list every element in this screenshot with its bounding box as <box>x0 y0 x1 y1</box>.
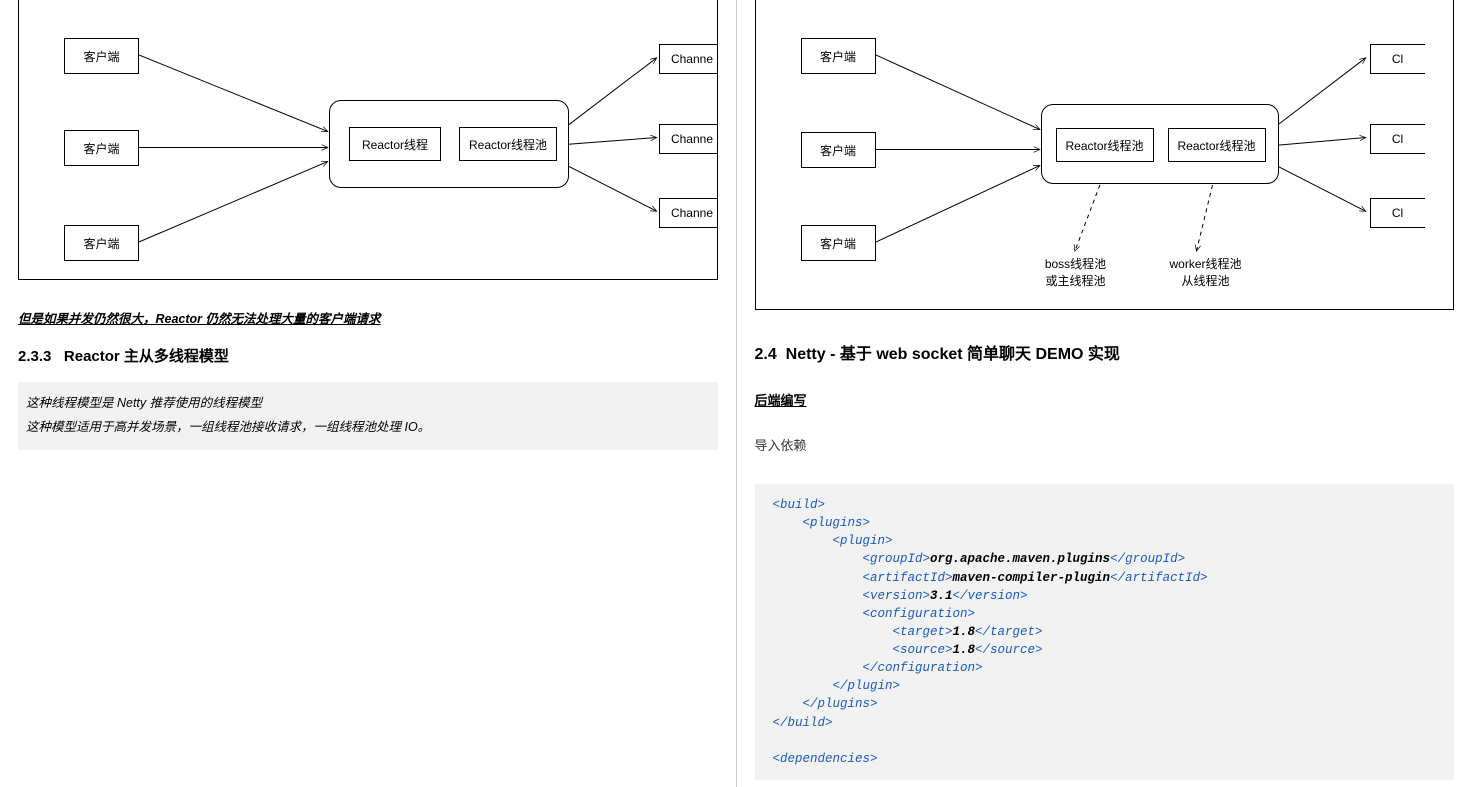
diagram-master-slave: 客户端 客户端 客户端 Reactor线程池 Reactor线程池 Cl Cl … <box>755 0 1455 310</box>
reactor-pool-boss-node: Reactor线程池 <box>1056 128 1154 162</box>
section-heading-24: 2.4 Netty - 基于 web socket 简单聊天 DEMO 实现 <box>755 340 1455 364</box>
diagram-reactor: 客户端 客户端 客户端 Reactor线程 Reactor线程池 Channe … <box>18 0 718 280</box>
section-number: 2.4 <box>755 346 777 363</box>
annot-line: 或主线程池 <box>1031 273 1121 290</box>
reactor-pool-worker-node: Reactor线程池 <box>1168 128 1266 162</box>
reactor-pool-node: Reactor线程池 <box>459 127 557 161</box>
annot-line: 从线程池 <box>1156 273 1256 290</box>
reactor-thread-node: Reactor线程 <box>349 127 441 161</box>
channel-node: Channe <box>659 44 718 74</box>
client-node: 客户端 <box>801 132 876 168</box>
client-node: 客户端 <box>801 38 876 74</box>
annot-line: boss线程池 <box>1031 256 1121 273</box>
section-title: Netty - 基于 web socket 简单聊天 DEMO 实现 <box>786 346 1120 363</box>
quote-line: 这种线程模型是 Netty 推荐使用的线程模型 <box>26 392 710 416</box>
channel-node: Cl <box>1370 198 1425 228</box>
channel-node: Cl <box>1370 44 1425 74</box>
worker-pool-annotation: worker线程池 从线程池 <box>1156 256 1256 290</box>
boss-pool-annotation: boss线程池 或主线程池 <box>1031 256 1121 290</box>
channel-node: Channe <box>659 124 718 154</box>
page-left: 客户端 客户端 客户端 Reactor线程 Reactor线程池 Channe … <box>0 0 737 787</box>
channel-node: Cl <box>1370 124 1425 154</box>
page-right: 客户端 客户端 客户端 Reactor线程池 Reactor线程池 Cl Cl … <box>737 0 1472 787</box>
client-node: 客户端 <box>64 130 139 166</box>
section-number: 2.3.3 <box>18 348 51 365</box>
annot-line: worker线程池 <box>1156 256 1256 273</box>
client-node: 客户端 <box>801 225 876 261</box>
model-description-quote: 这种线程模型是 Netty 推荐使用的线程模型 这种模型适用于高并发场景，一组线… <box>18 382 718 450</box>
reactor-limitation-note: 但是如果并发仍然很大，Reactor 仍然无法处理大量的客户端请求 <box>18 308 718 327</box>
section-title: Reactor 主从多线程模型 <box>64 348 229 365</box>
section-heading-233: 2.3.3 Reactor 主从多线程模型 <box>18 345 718 366</box>
channel-node: Channe <box>659 198 718 228</box>
quote-line: 这种模型适用于高并发场景，一组线程池接收请求，一组线程池处理 IO。 <box>26 416 710 440</box>
client-node: 客户端 <box>64 225 139 261</box>
client-node: 客户端 <box>64 38 139 74</box>
import-dependencies-label: 导入依赖 <box>755 435 1455 454</box>
maven-pom-code: <build> <plugins> <plugin> <groupId>org.… <box>755 484 1455 780</box>
backend-heading: 后端编写 <box>755 390 1455 409</box>
